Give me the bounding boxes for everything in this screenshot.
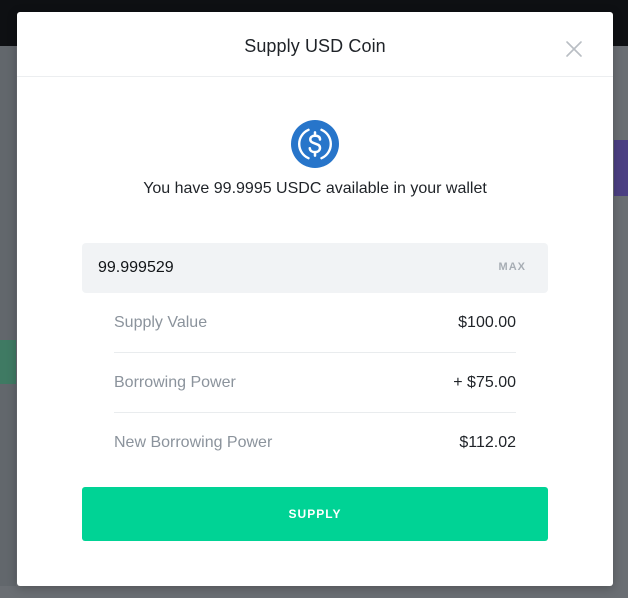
amount-input[interactable] <box>98 243 458 293</box>
stat-row-borrowing-power: Borrowing Power + $75.00 <box>114 353 516 413</box>
supply-stats: Supply Value $100.00 Borrowing Power + $… <box>114 293 516 472</box>
max-button[interactable]: MAX <box>499 261 526 273</box>
stat-label: New Borrowing Power <box>114 434 273 451</box>
stat-row-supply-value: Supply Value $100.00 <box>114 293 516 353</box>
usdc-coin-icon <box>291 120 339 168</box>
close-icon[interactable] <box>563 38 585 60</box>
modal-header: Supply USD Coin <box>17 12 613 77</box>
wallet-balance-text: You have 99.9995 USDC available in your … <box>143 180 487 197</box>
modal-title: Supply USD Coin <box>244 36 386 56</box>
stat-label: Borrowing Power <box>114 374 236 391</box>
stat-value: + $75.00 <box>453 374 516 391</box>
supply-button[interactable]: SUPPLY <box>82 487 548 541</box>
background-accent-left <box>0 340 16 384</box>
stat-label: Supply Value <box>114 314 208 331</box>
stat-value: $112.02 <box>459 434 516 451</box>
supply-modal: Supply USD Coin You have 99.9995 USDC av… <box>17 12 613 586</box>
background-panel-left <box>0 46 16 586</box>
stat-value: $100.00 <box>458 314 516 331</box>
background-accent-right <box>614 140 628 196</box>
amount-field: MAX <box>82 243 548 293</box>
stat-row-new-borrowing-power: New Borrowing Power $112.02 <box>114 413 516 472</box>
